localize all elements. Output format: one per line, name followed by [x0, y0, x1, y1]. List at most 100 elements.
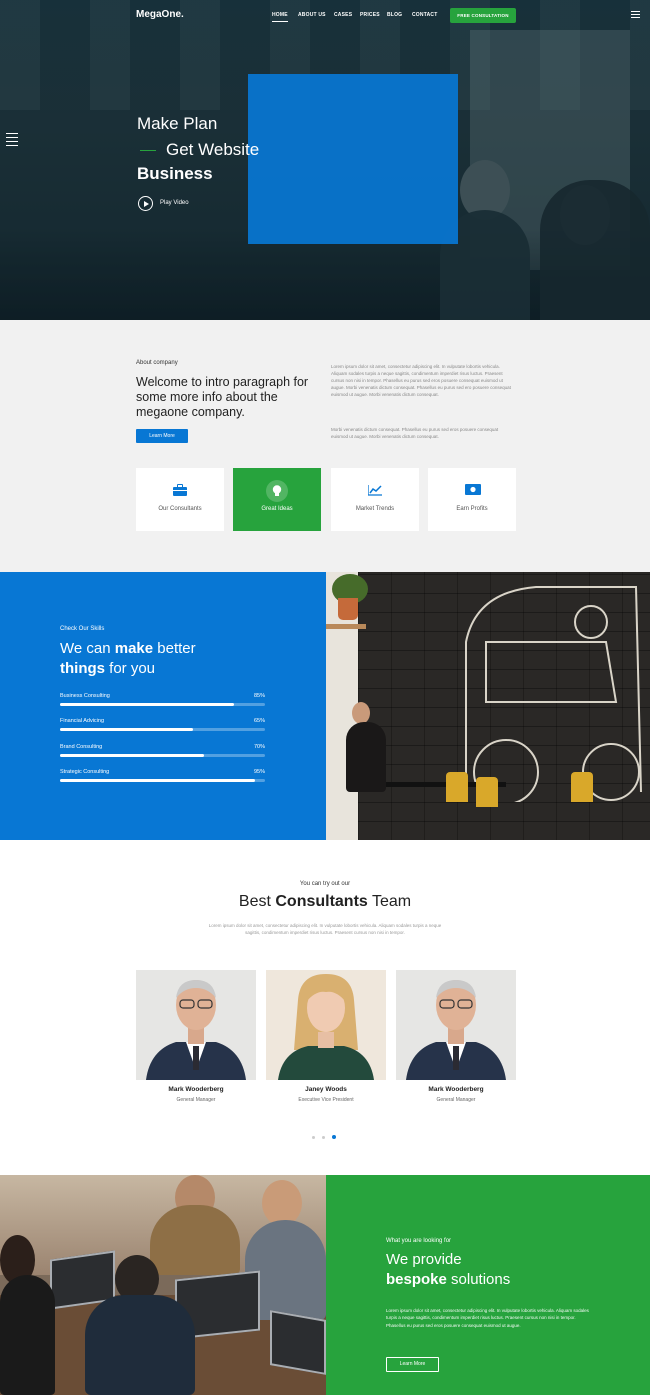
briefcase-icon: [173, 484, 187, 496]
nav-blog[interactable]: BLOG: [387, 12, 402, 18]
woman-head: [352, 702, 370, 724]
card-market-trends[interactable]: Market Trends: [331, 468, 419, 531]
skills-heading: We can make better things for you: [60, 639, 310, 679]
skill-percent: 70%: [253, 744, 265, 750]
green-dash: [140, 150, 156, 152]
about-heading: Welcome to intro paragraph for some more…: [136, 375, 309, 419]
free-consultation-button[interactable]: FREE CONSULTATION: [450, 8, 516, 23]
van-wall-drawing: [465, 586, 642, 802]
skill-percent: 95%: [253, 769, 265, 775]
bespoke-paragraph: Lorem ipsum dolor sit amet, consectetur …: [386, 1308, 589, 1328]
skill-progress-fill: [60, 779, 255, 782]
skill-strategic-consulting: Strategic Consulting 95%: [60, 769, 265, 783]
team-heading-part: Team: [367, 893, 412, 910]
about-eyebrow: About company: [136, 360, 178, 366]
about-section: About company Welcome to intro paragraph…: [0, 320, 650, 572]
bespoke-heading-bold: bespoke: [386, 1271, 447, 1288]
skill-label: Financial Advicing: [60, 718, 105, 724]
nav-about-us[interactable]: ABOUT US: [298, 12, 326, 18]
carousel-pagination: [312, 1126, 343, 1144]
skill-progress-fill: [60, 728, 194, 731]
laptop: [270, 1310, 326, 1375]
yellow-chair: [571, 772, 593, 802]
coworkers-laptops-photo: [0, 1175, 326, 1395]
bespoke-heading-part: We provide: [386, 1251, 462, 1268]
side-menu-icon[interactable]: [6, 133, 18, 149]
carousel-dot-active[interactable]: [332, 1135, 336, 1139]
about-learn-more-button[interactable]: Learn More: [136, 429, 188, 443]
skill-label: Brand Consulting: [60, 744, 103, 750]
skill-percent: 65%: [253, 718, 265, 724]
card-earn-profits[interactable]: Earn Profits: [428, 468, 516, 531]
nav-home[interactable]: HOME: [272, 12, 288, 22]
portrait-photo: [396, 970, 516, 1080]
bespoke-eyebrow: What you are looking for: [386, 1238, 452, 1244]
card-our-consultants[interactable]: Our Consultants: [136, 468, 224, 531]
hero-title-line-2: Get Website: [140, 140, 259, 160]
hero-section: MegaOne. HOME ABOUT US CASES PRICES BLOG…: [0, 0, 650, 320]
hero-blue-box: [248, 74, 458, 244]
skills-heading-part: We can: [60, 640, 115, 657]
wood-shelf: [326, 624, 366, 629]
bespoke-heading: We provide bespoke solutions: [386, 1250, 616, 1290]
team-eyebrow: You can try out our: [299, 881, 351, 887]
person: [0, 1275, 55, 1395]
office-cafe-photo: [326, 572, 650, 840]
lightbulb-icon: [272, 485, 282, 496]
team-description: Lorem ipsum dolor sit amet, consectetur …: [208, 923, 442, 936]
nav-cases[interactable]: CASES: [334, 12, 352, 18]
member-role: General Manager: [176, 1097, 216, 1103]
skill-progress-track: [60, 779, 265, 782]
carousel-dot[interactable]: [312, 1136, 315, 1139]
card-label: Earn Profits: [456, 506, 488, 512]
skill-label: Business Consulting: [60, 693, 110, 699]
team-heading: Best Consultants Team: [0, 893, 650, 911]
skill-progress-track: [60, 703, 265, 706]
about-paragraph-2: Morbi venenatis dictum consequat. Phasel…: [331, 427, 499, 440]
hamburger-menu-icon[interactable]: [631, 11, 640, 18]
person: [150, 1205, 240, 1275]
card-label: Great Ideas: [261, 506, 293, 512]
skills-heading-part: for you: [105, 660, 156, 677]
skill-financial-advicing: Financial Advicing 65%: [60, 718, 265, 732]
nav-prices[interactable]: PRICES: [360, 12, 380, 18]
chart-trend-icon: [368, 485, 382, 496]
brand-logo[interactable]: MegaOne.: [136, 9, 184, 20]
member-role: General Manager: [436, 1097, 476, 1103]
member-name: Janey Woods: [305, 1086, 347, 1093]
skill-percent: 85%: [253, 693, 265, 699]
top-navbar: MegaOne. HOME ABOUT US CASES PRICES BLOG…: [0, 0, 650, 30]
about-paragraph: Lorem ipsum dolor sit amet, consectetur …: [331, 364, 511, 398]
member-name: Mark Wooderberg: [168, 1086, 224, 1093]
skill-brand-consulting: Brand Consulting 70%: [60, 744, 265, 758]
woman: [346, 722, 386, 792]
hero-title-line-3: Business: [137, 164, 213, 183]
person: [85, 1295, 195, 1395]
skill-progress-fill: [60, 754, 204, 757]
skills-heading-bold: make: [114, 640, 154, 657]
skills-heading-part: better: [153, 640, 196, 657]
bespoke-learn-more-button[interactable]: Learn More: [386, 1357, 439, 1372]
skill-business-consulting: Business Consulting 85%: [60, 693, 265, 707]
bespoke-section: What you are looking for We provide bespo…: [326, 1175, 650, 1395]
skills-heading-bold: things: [60, 660, 105, 677]
nav-contact[interactable]: CONTACT: [412, 12, 437, 18]
yellow-chair: [446, 772, 468, 802]
skill-progress-track: [60, 754, 265, 757]
card-great-ideas[interactable]: Great Ideas: [233, 468, 321, 531]
team-heading-part: Best: [238, 893, 276, 910]
portrait-photo: [266, 970, 386, 1080]
team-section: You can try out our Best Consultants Tea…: [0, 840, 650, 1175]
play-icon[interactable]: [138, 196, 153, 211]
card-label: Our Consultants: [158, 506, 202, 512]
skill-progress-track: [60, 728, 265, 731]
carousel-dot[interactable]: [322, 1136, 325, 1139]
skill-progress-fill: [60, 703, 235, 706]
plant-pot: [338, 598, 358, 620]
play-video-link[interactable]: Play Video: [160, 200, 189, 206]
team-heading-bold: Consultants: [275, 893, 368, 910]
card-label: Market Trends: [355, 506, 395, 512]
yellow-chair: [476, 777, 498, 807]
hero-title-line-2-text: Get Website: [166, 140, 260, 159]
skills-section: Check Our Skills We can make better thing…: [0, 572, 326, 840]
